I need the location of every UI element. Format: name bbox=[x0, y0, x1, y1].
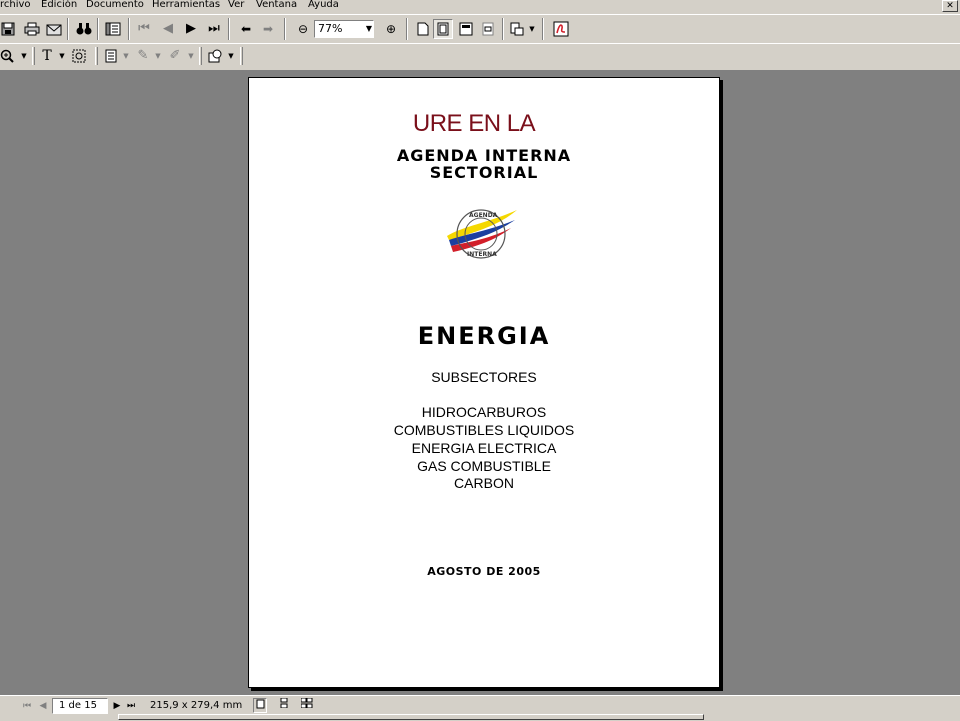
menu-bar: rchivo Edición Documento Herramientas Ve… bbox=[0, 0, 960, 13]
subsector-item: HIDROCARBUROS bbox=[421, 404, 547, 420]
menu-ayuda[interactable]: Ayuda bbox=[308, 0, 339, 12]
rotate-view-icon[interactable] bbox=[507, 19, 527, 39]
status-first-page-icon[interactable]: ⏮ bbox=[20, 698, 34, 714]
zoom-tool-dropdown-chevron-icon[interactable]: ▼ bbox=[20, 46, 28, 66]
menu-ver[interactable]: Ver bbox=[228, 0, 244, 12]
show-navigation-pane-icon[interactable] bbox=[103, 19, 123, 39]
toolbar-separator bbox=[406, 18, 408, 40]
zoom-in-icon[interactable]: ⊕ bbox=[381, 19, 401, 39]
highlight-dropdown-chevron-icon[interactable]: ▼ bbox=[187, 46, 195, 66]
go-back-icon[interactable]: ⬅ bbox=[236, 19, 256, 39]
fit-width-icon[interactable] bbox=[456, 19, 476, 39]
menu-edicion[interactable]: Edición bbox=[41, 0, 77, 12]
status-previous-page-icon[interactable]: ◀ bbox=[36, 698, 50, 714]
subsectors-label: SUBSECTORES bbox=[431, 369, 537, 385]
go-forward-icon[interactable]: ➡ bbox=[258, 19, 278, 39]
toolbar-separator bbox=[67, 18, 69, 40]
stamp-dropdown-chevron-icon[interactable]: ▼ bbox=[227, 46, 235, 66]
pencil-dropdown-chevron-icon[interactable]: ▼ bbox=[154, 46, 162, 66]
logo-top-text: AGENDA bbox=[469, 212, 498, 219]
toolbar-separator bbox=[284, 18, 286, 40]
horizontal-scrollbar-thumb[interactable] bbox=[118, 714, 704, 720]
toolbar-grip bbox=[240, 47, 243, 65]
actual-size-icon[interactable] bbox=[413, 19, 433, 39]
pencil-tool-icon[interactable]: ✎ bbox=[133, 46, 153, 66]
highlight-tool-icon[interactable]: ✐ bbox=[165, 46, 185, 66]
snapshot-tool-icon[interactable] bbox=[69, 46, 89, 66]
toolbar-separator bbox=[128, 18, 130, 40]
toolbar-grip bbox=[95, 47, 98, 65]
status-next-page-icon[interactable]: ▶ bbox=[110, 698, 124, 714]
continuous-layout-icon[interactable] bbox=[277, 697, 291, 714]
toolbar-grip bbox=[199, 47, 202, 65]
print-icon[interactable] bbox=[22, 19, 42, 39]
stamp-tool-icon[interactable] bbox=[205, 46, 225, 66]
single-page-layout-icon[interactable] bbox=[253, 698, 267, 713]
subsector-item: ENERGIA ELECTRICA bbox=[411, 440, 557, 456]
acrobat-logo-icon[interactable] bbox=[551, 19, 571, 39]
note-tool-icon[interactable] bbox=[101, 46, 121, 66]
fit-visible-icon[interactable] bbox=[478, 19, 498, 39]
menu-ventana[interactable]: Ventana bbox=[256, 0, 297, 12]
zoom-out-icon[interactable]: ⊖ bbox=[293, 19, 313, 39]
zoom-tool-icon[interactable] bbox=[0, 46, 17, 66]
find-binoculars-icon[interactable] bbox=[74, 19, 94, 39]
text-tool-dropdown-chevron-icon[interactable]: ▼ bbox=[58, 46, 66, 66]
toolbar-separator bbox=[228, 18, 230, 40]
toolbar-grip bbox=[32, 47, 35, 65]
email-icon[interactable] bbox=[44, 19, 64, 39]
next-page-icon[interactable]: ▶ bbox=[181, 19, 201, 39]
toolbar-separator bbox=[542, 18, 544, 40]
subsector-item: COMBUSTIBLES LIQUIDOS bbox=[393, 422, 575, 438]
heading-energia: ENERGIA bbox=[417, 322, 551, 350]
tools-toolbar: ▼ T ▼ ▼ ✎ ▼ ✐ ▼ ▼ bbox=[0, 43, 960, 71]
text-select-tool-icon[interactable]: T bbox=[37, 46, 57, 66]
close-window-button[interactable]: ✕ bbox=[942, 0, 958, 12]
rotate-dropdown-chevron-icon[interactable]: ▼ bbox=[528, 19, 536, 39]
last-page-icon[interactable]: ⏭ bbox=[204, 19, 224, 39]
title-line-2: AGENDA INTERNA bbox=[396, 146, 572, 165]
menu-archivo[interactable]: rchivo bbox=[0, 0, 31, 12]
status-last-page-icon[interactable]: ⏭ bbox=[124, 698, 138, 714]
toolbar-separator bbox=[502, 18, 504, 40]
page-size-readout: 215,9 x 279,4 mm bbox=[150, 700, 243, 711]
previous-page-icon[interactable]: ◀ bbox=[158, 19, 178, 39]
note-dropdown-chevron-icon[interactable]: ▼ bbox=[122, 46, 130, 66]
agenda-interna-logo: AGENDA INTERNA bbox=[445, 204, 525, 264]
first-page-icon[interactable]: ⏮ bbox=[134, 19, 154, 39]
logo-bottom-text: INTERNA bbox=[467, 251, 497, 258]
title-line-3: SECTORIAL bbox=[429, 163, 539, 182]
toolbar-separator bbox=[97, 18, 99, 40]
menu-documento[interactable]: Documento bbox=[86, 0, 144, 12]
status-bar: ⏮ ◀ 1 de 15 ▶ ⏭ 215,9 x 279,4 mm bbox=[0, 695, 960, 721]
save-icon[interactable] bbox=[0, 19, 18, 39]
main-toolbar: ⏮ ◀ ▶ ⏭ ⬅ ➡ ⊖ 77% ▼ ⊕ ▼ bbox=[0, 14, 960, 44]
zoom-dropdown-chevron-icon[interactable]: ▼ bbox=[362, 21, 376, 37]
menu-herramientas[interactable]: Herramientas bbox=[152, 0, 220, 12]
subsector-item: GAS COMBUSTIBLE bbox=[417, 458, 551, 474]
title-line-1: URE EN LA bbox=[412, 110, 536, 137]
page-number-field[interactable]: 1 de 15 bbox=[52, 698, 108, 714]
window-controls: ✕ bbox=[940, 0, 960, 13]
facing-layout-icon[interactable] bbox=[300, 697, 314, 714]
document-date: AGOSTO DE 2005 bbox=[427, 565, 541, 578]
subsector-item: CARBON bbox=[454, 475, 514, 491]
fit-page-icon[interactable] bbox=[433, 19, 453, 39]
pdf-page: URE EN LA AGENDA INTERNA SECTORIAL AGEND… bbox=[248, 77, 720, 688]
